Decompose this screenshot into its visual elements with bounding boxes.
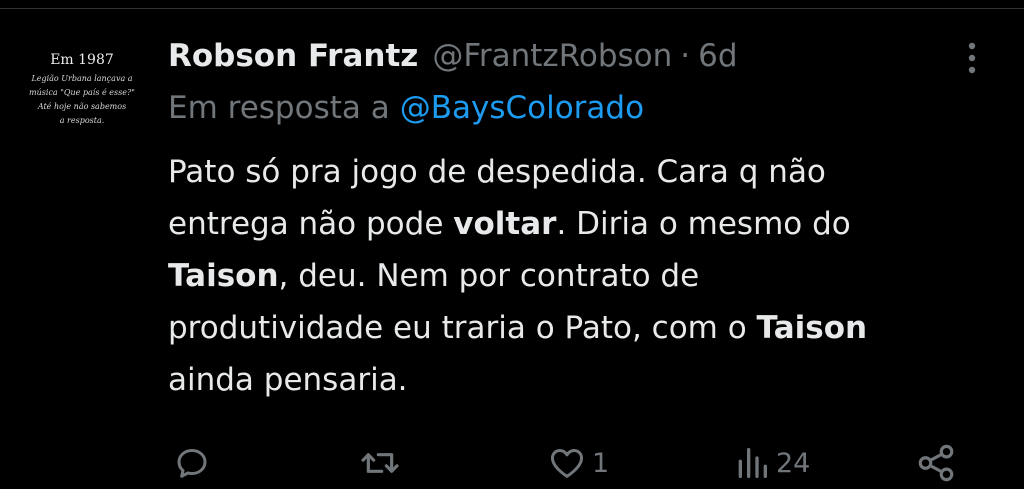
text-run: Pato só pra jogo de despedida. Cara q nã… bbox=[168, 154, 826, 190]
tweet-text-line: entrega não pode voltar. Diria o mesmo d… bbox=[168, 198, 998, 250]
more-options-button[interactable] bbox=[960, 38, 984, 78]
user-handle[interactable]: @FrantzRobson bbox=[432, 38, 672, 74]
analytics-icon bbox=[738, 448, 767, 478]
text-run: . Diria o mesmo do bbox=[556, 206, 851, 242]
tweet-text-line: Taison, deu. Nem por contrato de bbox=[168, 250, 998, 302]
tweet: Em 1987 Legião Urbana lançava a música "… bbox=[0, 0, 1024, 489]
text-run: , deu. Nem por contrato de bbox=[278, 258, 700, 294]
reply-prefix: Em resposta a bbox=[168, 90, 390, 126]
avatar[interactable]: Em 1987 Legião Urbana lançava a música "… bbox=[18, 30, 146, 158]
avatar-text-line: a resposta. bbox=[59, 116, 105, 125]
tweet-text-line: Pato só pra jogo de despedida. Cara q nã… bbox=[168, 146, 998, 198]
divider bbox=[0, 8, 1024, 9]
like-count: 1 bbox=[592, 447, 610, 479]
more-vertical-icon bbox=[968, 42, 976, 74]
reply-button[interactable] bbox=[172, 440, 216, 486]
views-count: 24 bbox=[776, 447, 811, 479]
text-run: entrega não pode bbox=[168, 206, 454, 242]
avatar-text-line: Legião Urbana lançava a bbox=[31, 74, 133, 83]
reply-icon bbox=[177, 449, 207, 478]
tweet-header: Robson Frantz @FrantzRobson · 6d bbox=[168, 36, 738, 76]
like-button[interactable]: 1 bbox=[546, 440, 609, 486]
separator-dot: · bbox=[680, 38, 691, 74]
timestamp[interactable]: 6d bbox=[698, 38, 737, 74]
tweet-text-line: produtividade eu traria o Pato, com o Ta… bbox=[168, 302, 998, 354]
bold-text-run: Taison bbox=[168, 258, 279, 294]
tweet-text-line: ainda pensaria. bbox=[168, 354, 998, 406]
retweet-icon bbox=[361, 453, 399, 473]
tweet-text: Pato só pra jogo de despedida. Cara q nã… bbox=[168, 146, 998, 406]
share-icon bbox=[918, 444, 954, 482]
bold-text-run: Taison bbox=[756, 310, 868, 346]
text-run: ainda pensaria. bbox=[168, 362, 408, 398]
heart-icon bbox=[550, 449, 584, 478]
avatar-text-line: Até hoje não sabemos bbox=[37, 102, 127, 111]
reply-context: Em resposta a @BaysColorado bbox=[168, 90, 644, 126]
display-name[interactable]: Robson Frantz bbox=[168, 38, 418, 74]
text-run: produtividade eu traria o Pato, com o bbox=[168, 310, 757, 346]
reply-mention-link[interactable]: @BaysColorado bbox=[400, 90, 644, 126]
share-button[interactable] bbox=[914, 440, 958, 486]
avatar-text-line: música "Que país é esse?" bbox=[29, 88, 135, 97]
bold-text-run: voltar bbox=[453, 206, 557, 242]
action-bar: 1 24 bbox=[0, 440, 1024, 486]
avatar-text-line: Em 1987 bbox=[50, 52, 114, 68]
views-button[interactable]: 24 bbox=[732, 440, 810, 486]
retweet-button[interactable] bbox=[358, 440, 406, 486]
